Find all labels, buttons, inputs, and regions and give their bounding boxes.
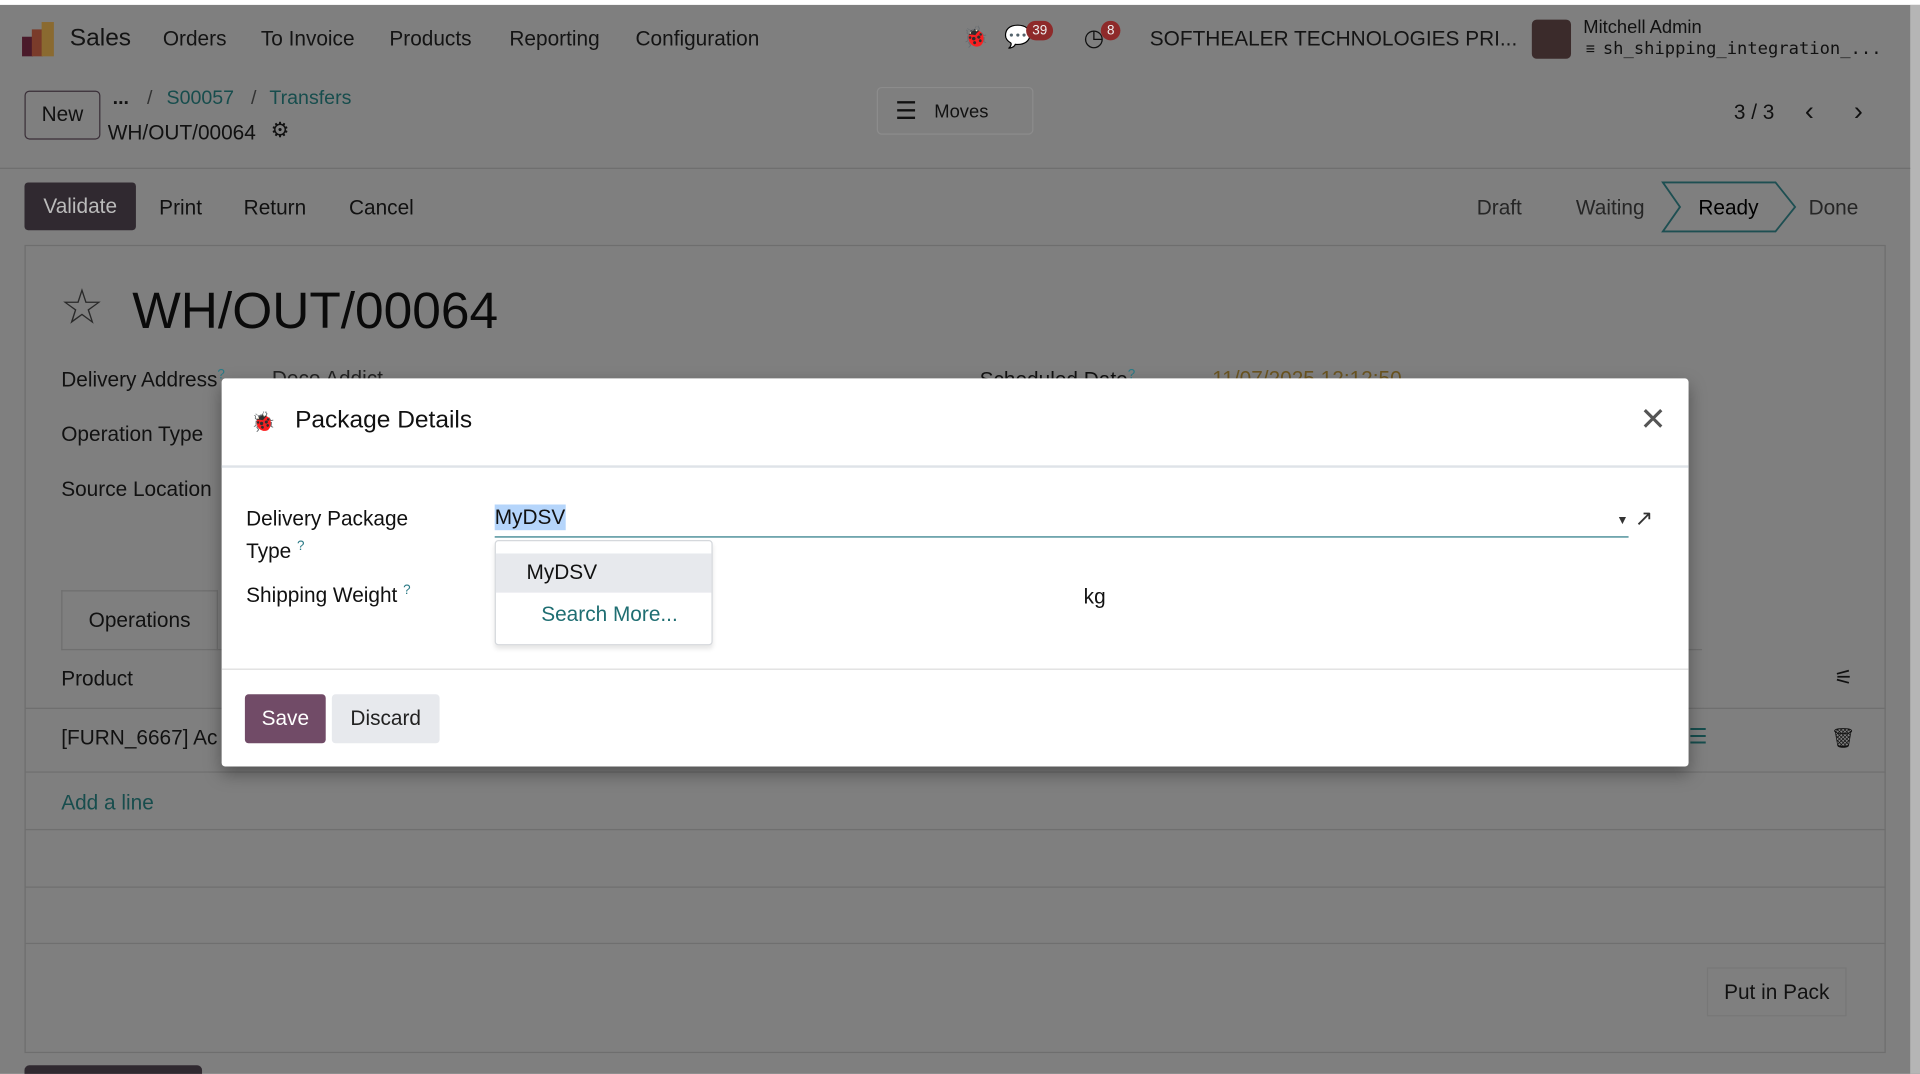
tab-operations[interactable]: Operations <box>61 590 218 651</box>
database-icon: ≡ <box>1585 39 1596 58</box>
package-type-value: MyDSV <box>494 504 566 531</box>
help-icon: ? <box>403 582 411 598</box>
dialog-title: Package Details <box>295 406 473 434</box>
save-button[interactable]: Save <box>244 694 326 744</box>
source-location-label: Source Location <box>61 477 212 501</box>
database-name: sh_shipping_integration_... <box>1602 39 1882 59</box>
dropdown-caret-icon[interactable]: ▼ <box>1616 514 1628 527</box>
sales-app-logo[interactable] <box>22 22 56 57</box>
put-in-pack-button[interactable]: Put in Pack <box>1706 967 1847 1017</box>
company-switcher[interactable]: SOFTHEALER TECHNOLOGIES PRI... <box>1150 27 1517 51</box>
optional-columns-icon[interactable]: ⚟ <box>1834 666 1853 690</box>
moves-button[interactable]: ☰ Moves <box>876 86 1034 135</box>
gear-icon[interactable]: ⚙ <box>271 119 290 143</box>
list-icon: ☰ <box>895 97 918 125</box>
browser-top-edge <box>0 0 1920 5</box>
activities-badge: 8 <box>1100 20 1121 41</box>
row-divider <box>24 942 1886 945</box>
user-name[interactable]: Mitchell Admin <box>1583 17 1701 38</box>
autocomplete-dropdown: MyDSV Search More... <box>494 540 713 646</box>
breadcrumb-separator: / <box>146 88 153 109</box>
user-avatar[interactable] <box>1531 19 1572 59</box>
validate-button[interactable]: Validate <box>24 182 136 231</box>
delivery-address-label: Delivery Address? <box>61 367 225 392</box>
menu-reporting[interactable]: Reporting <box>509 27 599 51</box>
search-more-link[interactable]: Search More... <box>541 602 678 626</box>
bottom-button[interactable] <box>24 1065 203 1074</box>
new-button[interactable]: New <box>24 90 101 140</box>
status-ready[interactable]: Ready <box>1698 196 1758 220</box>
next-icon[interactable]: › <box>1854 96 1863 128</box>
delivery-address-label-text: Delivery Address <box>61 368 218 392</box>
row-divider <box>24 886 1886 888</box>
row-divider <box>24 771 1886 773</box>
screen: Sales Orders To Invoice Products Reporti… <box>0 0 1920 1074</box>
star-icon[interactable]: ☆ <box>60 279 104 335</box>
row-divider <box>24 828 1886 831</box>
package-details-dialog: 🐞 Package Details ✕ Delivery Package Typ… <box>221 378 1689 767</box>
current-record: WH/OUT/00064 <box>107 121 256 145</box>
messages-badge: 39 <box>1026 20 1054 41</box>
moves-label: Moves <box>934 101 989 123</box>
add-line-link[interactable]: Add a line <box>61 791 154 815</box>
menu-orders[interactable]: Orders <box>163 27 227 51</box>
footer-divider <box>221 668 1689 670</box>
option-mydsv[interactable]: MyDSV <box>495 553 712 593</box>
product-cell[interactable]: [FURN_6667] Ac <box>61 726 217 750</box>
details-list-icon[interactable]: ☰ <box>1689 725 1708 749</box>
help-icon: ? <box>297 538 305 554</box>
shipping-weight-label: Shipping Weight <box>246 583 398 607</box>
breadcrumb-transfers[interactable]: Transfers <box>269 88 351 110</box>
menu-products[interactable]: Products <box>389 27 471 51</box>
header-divider <box>221 465 1689 468</box>
print-button[interactable]: Print <box>159 196 202 220</box>
package-type-label-line2: Type <box>246 539 292 563</box>
breadcrumb-separator: / <box>251 88 257 109</box>
scrollbar[interactable] <box>1910 4 1920 1074</box>
app-name[interactable]: Sales <box>70 24 131 52</box>
breadcrumb-sale-order[interactable]: S00057 <box>167 88 235 110</box>
package-type-input[interactable]: MyDSV <box>494 504 1629 538</box>
breadcrumb-more[interactable]: ... <box>113 88 129 110</box>
operation-type-label: Operation Type <box>61 422 204 446</box>
return-button[interactable]: Return <box>244 196 306 220</box>
record-title: WH/OUT/00064 <box>132 281 499 340</box>
status-done[interactable]: Done <box>1809 196 1859 220</box>
status-waiting[interactable]: Waiting <box>1576 196 1645 220</box>
product-column-header: Product <box>61 667 133 691</box>
external-link-icon[interactable]: ↗ <box>1635 506 1653 532</box>
status-draft[interactable]: Draft <box>1477 196 1522 220</box>
pager-value[interactable]: 3 / 3 <box>1734 100 1775 124</box>
cancel-button[interactable]: Cancel <box>349 196 414 220</box>
package-type-label-line1: Delivery Package <box>246 506 409 531</box>
previous-icon[interactable]: ‹ <box>1805 96 1814 128</box>
weight-unit: kg <box>1083 585 1106 609</box>
discard-button[interactable]: Discard <box>331 694 440 744</box>
debug-bug-icon[interactable]: 🐞 <box>962 26 988 50</box>
divider <box>0 167 1911 169</box>
menu-to-invoice[interactable]: To Invoice <box>261 27 355 51</box>
bug-icon: 🐞 <box>251 412 276 434</box>
close-icon[interactable]: ✕ <box>1640 400 1667 438</box>
menu-configuration[interactable]: Configuration <box>636 27 760 51</box>
trash-icon[interactable]: 🗑 <box>1831 726 1856 750</box>
